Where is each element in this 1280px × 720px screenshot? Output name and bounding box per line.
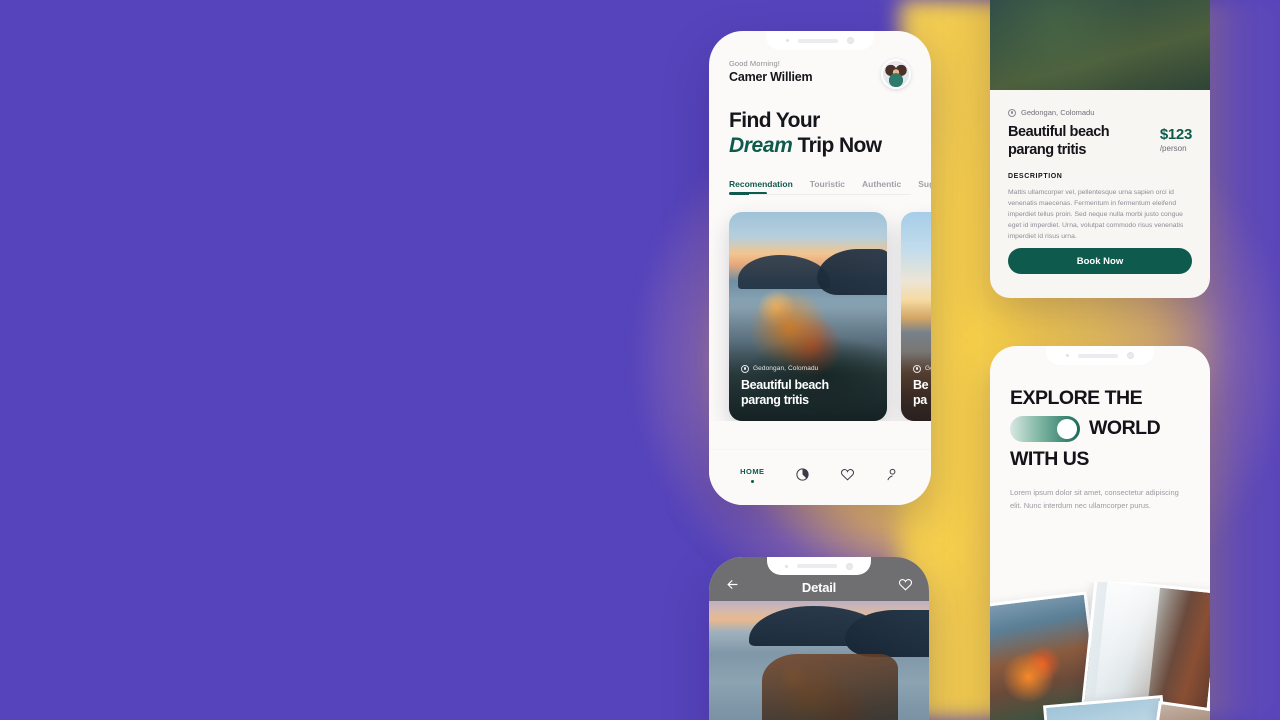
home-content: Good Morning! Camer Williem Find Your Dr… [709, 31, 931, 196]
detail-cliff-shape [761, 654, 899, 720]
photo-collage [990, 582, 1210, 720]
greeting-row: Good Morning! Camer Williem [729, 59, 911, 89]
phone-explore-screen: EXPLORE THE WORLD WITH US Lorem ipsum do… [990, 346, 1210, 720]
explore-content: EXPLORE THE WORLD WITH US Lorem ipsum do… [990, 346, 1210, 513]
location-pin-icon [1008, 108, 1016, 117]
product-location-label: Gedongan, Colomadu [1021, 108, 1095, 117]
description-label: DESCRIPTION [1008, 173, 1063, 181]
tab-suggested[interactable]: Sug [918, 179, 931, 195]
phone-notch [1046, 346, 1154, 365]
heart-icon [840, 467, 855, 482]
speaker-slot-icon [797, 564, 837, 568]
tab-touristic[interactable]: Touristic [810, 179, 845, 195]
explore-heading-line-2: WORLD [1089, 417, 1161, 440]
phone-notch [766, 31, 874, 50]
screenshot-stage: Good Morning! Camer Williem Find Your Dr… [0, 0, 1280, 720]
compass-icon [795, 467, 810, 482]
explore-paragraph: Lorem ipsum dolor sit amet, consectetur … [1010, 488, 1179, 510]
product-title: Beautiful beach parang tritis [1008, 124, 1110, 159]
detail-title: Detail [801, 579, 837, 595]
sensor-dot-icon [1066, 354, 1069, 357]
location-pin-icon [913, 364, 921, 373]
description-text: Mattis ullamcorper vel, pellentesque urn… [1008, 189, 1184, 241]
camera-icon [846, 562, 853, 570]
product-location: Gedongan, Colomadu [1008, 108, 1192, 117]
explore-heading-line-3: WITH US [1010, 447, 1089, 470]
nav-item-home[interactable]: HOME [740, 467, 765, 483]
product-price-block: $123 /person [1160, 124, 1192, 153]
headline-line-2: Dream Trip Now [729, 134, 911, 159]
product-hero-image [990, 0, 1210, 90]
person-icon [885, 467, 900, 482]
trip-card-title-line2: parang tritis [741, 393, 809, 408]
camera-icon [1127, 352, 1134, 359]
avatar[interactable] [881, 59, 911, 89]
phone-product-detail-screen: Gedongan, Colomadu Beautiful beach paran… [990, 0, 1210, 298]
phone-notch [767, 557, 871, 575]
page-title: Find Your Dream Trip Now [729, 109, 911, 159]
bottom-navigation: HOME [709, 449, 931, 505]
camera-icon [847, 37, 854, 44]
headline-rest: Trip Now [792, 133, 882, 157]
greeting-block: Good Morning! Camer Williem [729, 59, 813, 84]
headline-line-1: Find Your [729, 109, 820, 132]
trip-card-title-line1: Be [913, 377, 929, 392]
trip-card-location: Gedongan, Colomadu [741, 364, 877, 373]
trip-card-text: Gedongan, Colomadu Beautiful beach paran… [741, 364, 877, 409]
favorite-button[interactable] [898, 577, 913, 597]
product-title-line1: Beautiful beach [1008, 124, 1110, 140]
tabs-divider [749, 193, 911, 195]
speaker-slot-icon [798, 38, 838, 43]
trip-card-location-label: Gedongan, Colomadu [925, 365, 931, 373]
nav-item-favorites[interactable] [840, 467, 855, 482]
sensor-dot-icon [786, 39, 789, 42]
headline-emphasis: Dream [729, 133, 793, 157]
trip-card-title-line2: pa [913, 393, 927, 408]
phone-home-screen: Good Morning! Camer Williem Find Your Dr… [709, 31, 931, 505]
product-title-line2: parang tritis [1008, 141, 1086, 158]
category-tabs: Recomendation Touristic Authentic Sug [729, 179, 931, 195]
user-name: Camer Williem [729, 70, 813, 84]
trip-cards-carousel[interactable]: Gedongan, Colomadu Beautiful beach paran… [709, 196, 931, 421]
trip-card-text: Gedongan, Colomadu Be pa [913, 364, 931, 409]
nav-item-explore[interactable] [795, 467, 810, 482]
explore-heading-line-2-row: WORLD [1010, 415, 1190, 442]
nav-active-dot [750, 479, 754, 483]
tab-recomendation[interactable]: Recomendation [729, 179, 793, 195]
book-now-button[interactable]: Book Now [1008, 248, 1192, 274]
speaker-slot-icon [1078, 353, 1118, 358]
back-button[interactable] [725, 577, 740, 597]
tab-authentic[interactable]: Authentic [862, 179, 901, 195]
trip-card[interactable]: Gedongan, Colomadu Beautiful beach paran… [729, 211, 887, 421]
greeting-text: Good Morning! [729, 59, 780, 68]
trip-card-location: Gedongan, Colomadu [913, 364, 931, 373]
explore-toggle[interactable] [1010, 415, 1080, 442]
product-title-row: Beautiful beach parang tritis $123 /pers… [1008, 124, 1192, 159]
trip-card-title-line1: Beautiful beach [741, 377, 829, 392]
product-price-unit: /person [1159, 144, 1187, 153]
trip-card[interactable]: Gedongan, Colomadu Be pa [901, 211, 931, 421]
explore-heading-line-1: EXPLORE THE [1010, 387, 1143, 409]
sensor-dot-icon [785, 564, 788, 568]
nav-item-profile[interactable] [885, 467, 900, 482]
location-pin-icon [741, 364, 749, 373]
phone-detail-screen: Detail [709, 557, 929, 720]
trip-card-location-label: Gedongan, Colomadu [753, 365, 819, 373]
nav-home-label: HOME [740, 466, 765, 476]
detail-hero-image [709, 601, 929, 720]
toggle-knob [1057, 418, 1077, 439]
product-price: $123 [1159, 126, 1192, 143]
